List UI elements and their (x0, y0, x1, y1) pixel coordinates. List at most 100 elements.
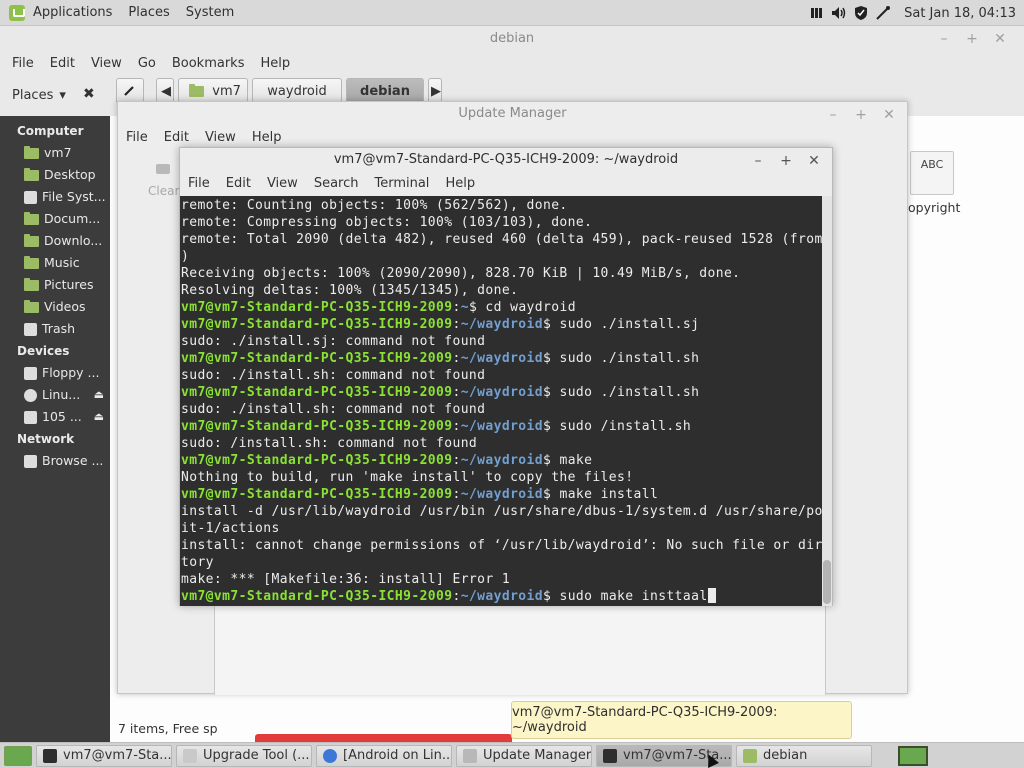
sidebar-item-desktop[interactable]: Desktop (0, 164, 110, 186)
sidebar-item-label: Docum... (44, 211, 101, 226)
taskbar-button[interactable]: Update Manager (456, 744, 592, 767)
sidebar-item-label: Pictures (44, 277, 94, 292)
text-file-icon[interactable]: ABC (910, 151, 954, 195)
sidebar-item-downloads[interactable]: Downlo... (0, 230, 110, 252)
volume-icon[interactable] (831, 5, 847, 21)
dropdown-arrow-icon: ▾ (59, 87, 66, 103)
shield-icon[interactable] (853, 5, 869, 21)
network-icon[interactable] (809, 5, 825, 21)
show-desktop-button[interactable] (4, 745, 32, 766)
taskbar-button[interactable]: Upgrade Tool (... (176, 744, 312, 767)
terminal-output[interactable]: remote: Counting objects: 100% (562/562)… (180, 196, 824, 606)
menu-help[interactable]: Help (244, 130, 290, 145)
menu-places[interactable]: Places (120, 0, 177, 26)
mint-logo-icon[interactable] (9, 4, 25, 21)
prompt-path: ~ (460, 300, 469, 315)
workspace-switcher[interactable] (898, 746, 928, 766)
menu-go[interactable]: Go (130, 56, 164, 71)
clock[interactable]: Sat Jan 18, 04:13 (894, 6, 1024, 21)
upgrade-icon (183, 748, 197, 763)
disc-icon (24, 388, 37, 402)
file-manager-titlebar[interactable]: debian – + ✕ (0, 26, 1024, 52)
file-manager-menubar: File Edit View Go Bookmarks Help (0, 52, 1024, 74)
sidebar-item-label: File Syst... (42, 189, 106, 204)
taskbar-button[interactable]: debian (736, 744, 872, 767)
terminal-icon (43, 748, 57, 763)
menu-applications[interactable]: Applications (25, 0, 120, 26)
maximize-icon[interactable]: + (847, 103, 875, 127)
menu-file[interactable]: File (118, 130, 156, 145)
prompt-user: vm7@vm7-Standard-PC-Q35-ICH9-2009 (181, 351, 453, 366)
menu-edit[interactable]: Edit (156, 130, 197, 145)
taskbar-button-label: Update Manager (483, 748, 592, 763)
bottom-panel: vm7@vm7-Sta... Upgrade Tool (... [Android … (0, 742, 1024, 768)
menu-edit[interactable]: Edit (218, 176, 259, 191)
menu-help[interactable]: Help (437, 176, 483, 191)
sidebar-item-label: Desktop (44, 167, 96, 182)
tools-icon[interactable] (875, 5, 891, 21)
eject-icon[interactable]: ⏏ (94, 384, 104, 406)
sidebar-item-pictures[interactable]: Pictures (0, 274, 110, 296)
minimize-icon[interactable]: – (930, 26, 958, 52)
update-manager-titlebar[interactable]: Update Manager – + ✕ (118, 102, 907, 126)
eject-icon[interactable]: ⏏ (94, 406, 104, 428)
terminal-command-line: vm7@vm7-Standard-PC-Q35-ICH9-2009:~/wayd… (181, 487, 659, 502)
menu-bookmarks[interactable]: Bookmarks (164, 56, 253, 71)
menu-system[interactable]: System (178, 0, 242, 26)
menu-view[interactable]: View (83, 56, 130, 71)
sidebar-item-videos[interactable]: Videos (0, 296, 110, 318)
taskbar-button-label: debian (763, 748, 808, 763)
terminal-output-line: install: cannot change permissions of ‘/… (181, 538, 824, 553)
menu-view[interactable]: View (197, 130, 244, 145)
menu-file[interactable]: File (180, 176, 218, 191)
shield-icon (463, 748, 477, 763)
terminal-output-line: Nothing to build, run 'make install' to … (181, 470, 634, 485)
sidebar-item-volume[interactable]: 105 ... ⏏ (0, 406, 110, 428)
terminal-command-line: vm7@vm7-Standard-PC-Q35-ICH9-2009:~/wayd… (181, 588, 822, 605)
menu-search[interactable]: Search (306, 176, 367, 191)
sidebar-item-documents[interactable]: Docum... (0, 208, 110, 230)
command-text: sudo ./install.sh (559, 351, 700, 366)
close-icon[interactable]: ✕ (875, 103, 903, 127)
terminal-window: vm7@vm7-Standard-PC-Q35-ICH9-2009: ~/way… (179, 147, 833, 606)
maximize-icon[interactable]: + (958, 26, 986, 52)
home-folder-icon (24, 145, 39, 159)
menu-view[interactable]: View (259, 176, 306, 191)
prompt-path: ~/waydroid (460, 453, 543, 468)
maximize-icon[interactable]: + (772, 149, 800, 173)
menu-edit[interactable]: Edit (42, 56, 83, 71)
menu-help[interactable]: Help (252, 56, 298, 71)
taskbar-button[interactable]: vm7@vm7-Sta... (36, 744, 172, 767)
menu-file[interactable]: File (4, 56, 42, 71)
command-text: sudo ./install.sj (559, 317, 700, 332)
terminal-titlebar[interactable]: vm7@vm7-Standard-PC-Q35-ICH9-2009: ~/way… (180, 148, 832, 172)
close-icon[interactable]: ✕ (986, 26, 1014, 52)
file-label[interactable]: opyright (908, 200, 960, 215)
sidebar-item-filesystem[interactable]: File Syst... (0, 186, 110, 208)
scrollbar-thumb[interactable] (823, 560, 831, 604)
breadcrumb-label: vm7 (212, 83, 241, 99)
taskbar-button[interactable]: [Android on Lin... (316, 744, 452, 767)
minimize-icon[interactable]: – (744, 149, 772, 173)
terminal-command-line: vm7@vm7-Standard-PC-Q35-ICH9-2009:~/wayd… (181, 419, 692, 434)
sidebar-item-vm7[interactable]: vm7 (0, 142, 110, 164)
clear-icon[interactable] (156, 164, 170, 174)
drive-icon (24, 410, 37, 424)
sidebar-item-trash[interactable]: Trash (0, 318, 110, 340)
prompt-path: ~/waydroid (460, 589, 543, 604)
sidebar-item-music[interactable]: Music (0, 252, 110, 274)
sidebar-item-browse-network[interactable]: Browse ... (0, 450, 110, 472)
close-sidebar-icon[interactable]: ✖ (83, 86, 95, 102)
close-icon[interactable]: ✕ (800, 149, 828, 173)
menu-terminal[interactable]: Terminal (366, 176, 437, 191)
clear-button-label[interactable]: Clear (148, 184, 179, 198)
command-text: sudo make insttaal (559, 589, 708, 604)
sidebar-item-linux-disc[interactable]: Linu... ⏏ (0, 384, 110, 406)
top-panel: Applications Places System Sat Jan 18, 0… (0, 0, 1024, 26)
terminal-scrollbar[interactable] (822, 196, 832, 606)
sidebar-item-floppy[interactable]: Floppy ... (0, 362, 110, 384)
terminal-output-line: sudo: ./install.sh: command not found (181, 368, 486, 383)
taskbar-button-label: vm7@vm7-Sta... (63, 748, 172, 763)
window-controls: – + ✕ (819, 102, 903, 128)
minimize-icon[interactable]: – (819, 103, 847, 127)
